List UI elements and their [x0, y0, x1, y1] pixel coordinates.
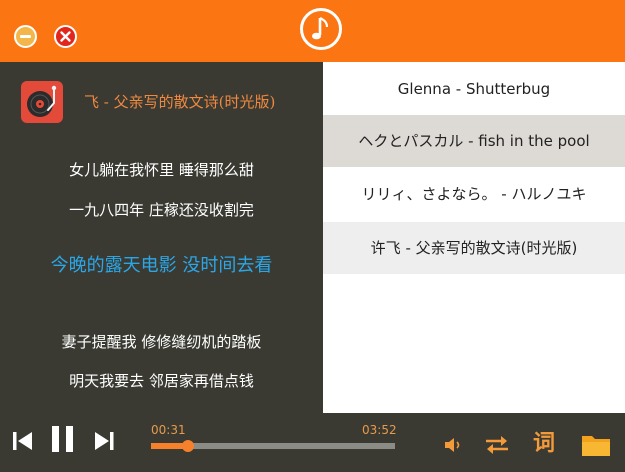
minimize-icon	[20, 35, 31, 38]
progress-bar[interactable]	[151, 440, 395, 452]
playlist-item-selected[interactable]: ヘクとパスカル - fish in the pool	[323, 115, 625, 167]
lyric-line: 一九八四年 庄稼还没收割完	[69, 201, 254, 219]
lyric-line-active: 今晚的露天电影 没时间去看	[50, 255, 273, 276]
now-playing-title: 飞 - 父亲写的散文诗(时光版)	[84, 93, 276, 111]
close-button[interactable]	[54, 25, 77, 48]
lyric-line: 明天我要去 邻居家再借点钱	[69, 372, 254, 390]
close-icon	[60, 31, 71, 42]
open-folder-button[interactable]	[581, 432, 611, 457]
app-logo	[300, 8, 342, 50]
playlist-item[interactable]: Glenna - Shutterbug	[323, 63, 625, 115]
previous-button[interactable]	[12, 430, 34, 452]
playlist-panel: Glenna - Shutterbug ヘクとパスカル - fish in th…	[323, 62, 625, 413]
lyric-line: 女儿躺在我怀里 睡得那么甜	[69, 161, 254, 179]
lyrics-toggle-button[interactable]: 词	[533, 431, 555, 457]
minimize-button[interactable]	[14, 25, 37, 48]
next-button[interactable]	[93, 430, 115, 452]
lyrics-panel: 飞 - 父亲写的散文诗(时光版) 女儿躺在我怀里 睡得那么甜 一九八四年 庄稼还…	[0, 62, 323, 413]
playlist-item[interactable]: リリィ、さよなら。 - ハルノユキ	[323, 168, 625, 220]
progress-handle[interactable]	[181, 440, 194, 452]
playlist-item[interactable]: 许飞 - 父亲写的散文诗(时光版)	[323, 222, 625, 274]
music-note-icon	[312, 17, 329, 40]
volume-button[interactable]	[443, 435, 463, 455]
turntable-icon	[27, 85, 57, 117]
current-time: 00:31	[151, 423, 186, 437]
lyric-line: 妻子提醒我 修修缝纫机的踏板	[61, 333, 262, 351]
title-bar	[0, 0, 625, 62]
album-art	[21, 81, 63, 123]
total-time: 03:52	[362, 423, 397, 437]
pause-button[interactable]	[49, 425, 77, 453]
repeat-button[interactable]	[484, 434, 510, 456]
player-controls: 00:31 03:52 词	[0, 413, 625, 472]
